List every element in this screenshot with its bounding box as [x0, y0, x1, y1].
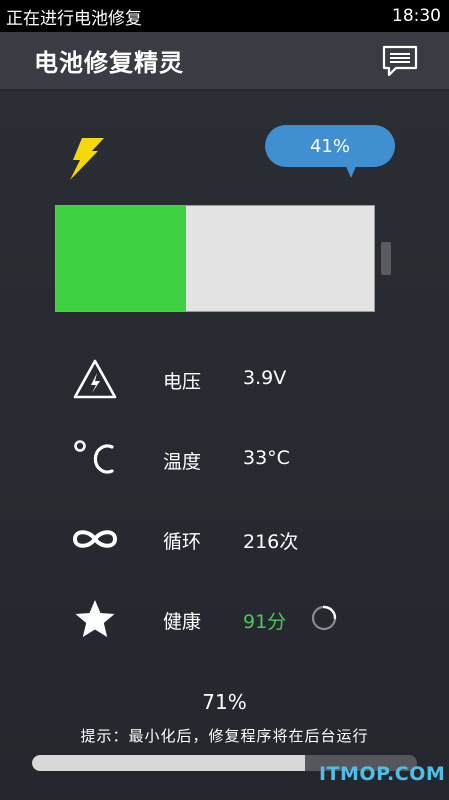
stat-value: 3.9V — [243, 367, 287, 389]
stat-label: 健康 — [163, 611, 202, 633]
repair-hint: 提示：最小化后，修复程序将在后台运行 — [80, 727, 369, 745]
main-panel: 41% 电压 3.9V 温度 33°C 循环 216次 健康 91分 71% 提… — [0, 91, 449, 800]
stat-row-cycles: 循环 216次 — [0, 509, 449, 569]
repair-progress-percent: 71% — [202, 690, 247, 714]
bubble-tail — [345, 164, 357, 178]
status-bar: 正在进行电池修复 18:30 — [0, 0, 449, 32]
battery-gauge — [55, 205, 375, 312]
star-icon — [70, 595, 120, 643]
status-notification: 正在进行电池修复 — [6, 8, 142, 29]
loading-spinner-icon — [311, 605, 337, 631]
app-title: 电池修复精灵 — [34, 49, 184, 77]
stat-label: 循环 — [163, 531, 202, 553]
battery-level-label: 41% — [309, 135, 350, 157]
stat-label: 温度 — [163, 451, 202, 473]
message-icon — [382, 45, 418, 76]
stat-row-voltage: 电压 3.9V — [0, 349, 449, 409]
stat-row-temperature: 温度 33°C — [0, 429, 449, 489]
stat-row-health: 健康 91分 — [0, 589, 449, 649]
repair-progress-fill — [32, 755, 306, 771]
stat-value: 33°C — [243, 447, 290, 469]
app-bar: 电池修复精灵 — [0, 32, 449, 90]
battery-level-bubble: 41% — [265, 125, 395, 167]
message-button[interactable] — [381, 43, 419, 79]
infinity-icon — [70, 515, 120, 563]
stat-label: 电压 — [163, 371, 202, 393]
watermark: ITMOP.COM — [319, 763, 446, 785]
voltage-warning-icon — [70, 355, 120, 403]
stat-value: 216次 — [243, 531, 299, 553]
status-time: 18:30 — [392, 6, 441, 26]
lightning-icon — [70, 138, 104, 180]
battery-terminal — [381, 242, 391, 275]
stat-value: 91分 — [243, 611, 287, 633]
celsius-icon — [70, 435, 120, 483]
battery-fill — [56, 206, 187, 311]
